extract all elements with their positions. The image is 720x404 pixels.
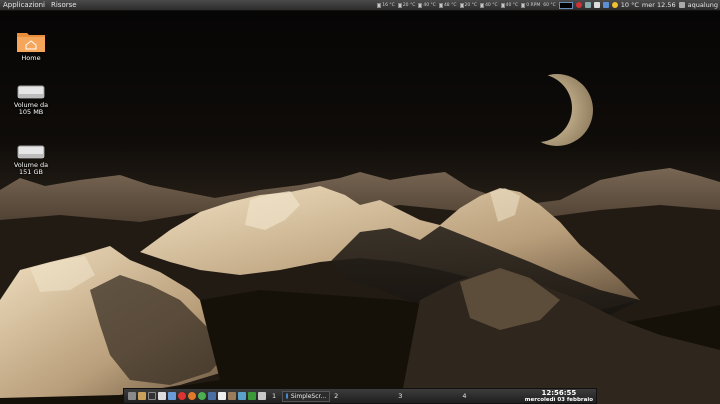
drive-icon bbox=[17, 85, 45, 99]
chrome-icon[interactable] bbox=[198, 392, 206, 400]
mail-icon[interactable] bbox=[593, 2, 600, 8]
terminal-icon[interactable] bbox=[148, 392, 156, 400]
gimp-icon[interactable] bbox=[228, 392, 236, 400]
user-name[interactable]: aqualung bbox=[688, 1, 718, 9]
panel-clock[interactable]: mer 12.56 bbox=[642, 1, 676, 9]
bottom-clock[interactable]: 12:56:55 mercoledì 03 febbraio bbox=[525, 390, 593, 404]
drive-icon bbox=[17, 145, 45, 159]
desktop-icon-volume-151[interactable]: Volume da 151 GB bbox=[7, 144, 55, 176]
workspace-4[interactable]: 4 bbox=[462, 392, 466, 400]
menu-applications[interactable]: Applicazioni bbox=[0, 1, 48, 9]
sensor-cpu2[interactable]: 20 °C bbox=[397, 2, 415, 8]
sensor-cpu7[interactable]: 40 °C bbox=[500, 2, 518, 8]
chip-icon bbox=[397, 2, 402, 8]
moon bbox=[521, 74, 593, 146]
desktop-icon-label: Home bbox=[21, 54, 41, 62]
system-monitor-graph[interactable] bbox=[558, 1, 573, 9]
screen-recorder-icon bbox=[286, 393, 288, 399]
monitor-icon[interactable] bbox=[208, 392, 216, 400]
opera-icon[interactable] bbox=[178, 392, 186, 400]
chip-icon bbox=[377, 2, 382, 8]
app-icon[interactable] bbox=[238, 392, 246, 400]
sensor-cpu6[interactable]: 40 °C bbox=[480, 2, 498, 8]
desktop-icon-label: Volume da 151 GB bbox=[13, 161, 49, 176]
volume-icon[interactable] bbox=[602, 2, 609, 8]
user-icon[interactable] bbox=[678, 2, 685, 8]
top-panel: Applicazioni Risorse 16 °C 20 °C 40 °C 4… bbox=[0, 0, 720, 11]
desktop-icon-home[interactable]: Home bbox=[7, 29, 55, 62]
workspace-1[interactable]: 1 bbox=[272, 392, 276, 400]
desktop-icon-label: Volume da 105 MB bbox=[13, 101, 49, 116]
sensor-extra[interactable]: 60 °C bbox=[543, 3, 556, 8]
sensor-cpu3[interactable]: 40 °C bbox=[418, 2, 436, 8]
workspace-3[interactable]: 3 bbox=[398, 392, 402, 400]
sensor-cpu4[interactable]: 48 °C bbox=[438, 2, 457, 8]
image-viewer-icon[interactable] bbox=[168, 392, 176, 400]
fan-icon bbox=[521, 2, 526, 8]
record-icon[interactable] bbox=[575, 2, 582, 8]
bottom-panel: 1 SimpleScr... 2 3 4 12:56:55 mercoledì … bbox=[123, 388, 597, 404]
taskbar-window-simplescreenrecorder[interactable]: SimpleScr... bbox=[282, 390, 331, 402]
chip-icon bbox=[500, 2, 505, 8]
clock-date: mercoledì 03 febbraio bbox=[524, 397, 593, 403]
desktop-icon-volume-105[interactable]: Volume da 105 MB bbox=[7, 84, 55, 116]
sensor-fan[interactable]: 0 RPM bbox=[521, 2, 540, 8]
sensor-cpu5[interactable]: 20 °C bbox=[459, 2, 477, 8]
task-label: SimpleScr... bbox=[290, 392, 327, 400]
clock-time: 12:56:55 bbox=[541, 389, 577, 397]
show-desktop-icon[interactable] bbox=[128, 392, 136, 400]
desktop-wallpaper bbox=[0, 0, 720, 404]
menu-places[interactable]: Risorse bbox=[48, 1, 80, 9]
network-icon[interactable] bbox=[584, 2, 591, 8]
text-editor-icon[interactable] bbox=[158, 392, 166, 400]
chip-icon bbox=[438, 2, 443, 8]
chip-icon bbox=[480, 2, 485, 8]
chip-icon bbox=[459, 2, 464, 8]
workspace-2[interactable]: 2 bbox=[334, 392, 338, 400]
weather-temperature[interactable]: 10 °C bbox=[621, 1, 639, 9]
user-switch-icon[interactable] bbox=[258, 392, 266, 400]
sensor-cpu1[interactable]: 16 °C bbox=[377, 2, 395, 8]
file-manager-icon[interactable] bbox=[138, 392, 146, 400]
panel-indicators: 16 °C 20 °C 40 °C 48 °C 20 °C 40 °C 40 °… bbox=[377, 1, 720, 9]
document-icon[interactable] bbox=[218, 392, 226, 400]
chip-icon bbox=[418, 2, 423, 8]
weather-sun-icon[interactable] bbox=[611, 2, 618, 8]
home-folder-icon bbox=[17, 33, 45, 52]
firefox-icon[interactable] bbox=[188, 392, 196, 400]
update-icon[interactable] bbox=[248, 392, 256, 400]
